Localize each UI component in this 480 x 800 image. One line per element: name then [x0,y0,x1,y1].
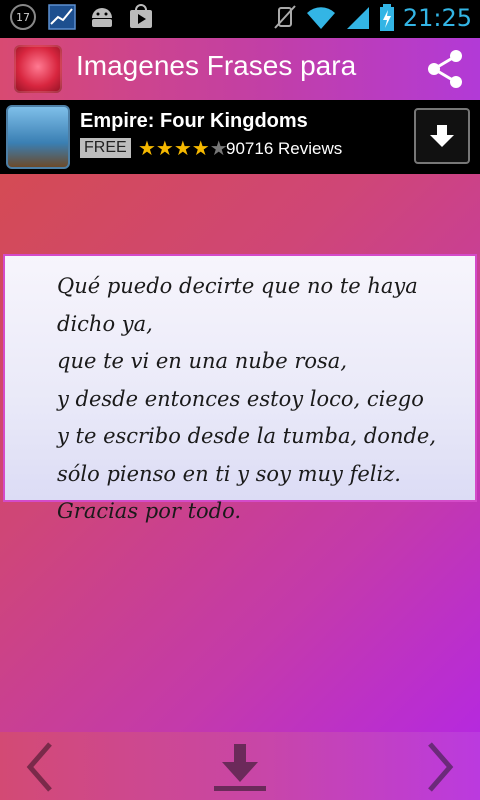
app-title: Imagenes Frases para [76,50,357,81]
share-button[interactable] [422,46,468,92]
quote-text: Qué puedo decirte que no te haya dicho y… [57,268,475,531]
previous-button[interactable] [10,740,70,794]
quote-line: Gracias por todo. [57,499,242,523]
play-store-icon [130,4,152,28]
bottom-nav [0,732,480,800]
quote-line: y desde entonces estoy loco, ciego [57,386,424,411]
content-area: Qué puedo decirte que no te haya dicho y… [0,174,480,732]
notification-count-icon: 17 [10,4,36,30]
quote-line: sólo pienso en ti y soy muy feliz. [57,461,401,486]
app-heart-icon[interactable] [14,45,62,93]
quote-line: que te vi en una nube rosa, [57,349,347,373]
ad-price-badge: FREE [80,138,131,158]
quote-image: Qué puedo decirte que no te haya dicho y… [3,254,477,523]
download-icon [214,744,266,791]
next-button[interactable] [410,740,470,794]
mute-icon [274,5,296,29]
download-arrow-icon [430,125,454,147]
download-button[interactable] [210,740,270,794]
share-icon [428,50,462,88]
status-bar: 17 21:25 [0,0,480,38]
chevron-left-icon [26,742,52,792]
notification-count: 17 [16,10,30,24]
quote-line: y te escribo desde la tumba, donde, [57,424,437,448]
ad-app-icon[interactable] [6,105,70,169]
ad-download-button[interactable] [414,108,470,164]
wifi-icon [306,7,335,30]
ad-reviews: 90716 Reviews [226,139,343,158]
clock: 21:25 [402,4,472,32]
stock-chart-icon [48,4,76,30]
ad-title[interactable]: Empire: Four Kingdoms [80,110,308,133]
signal-icon [346,7,369,29]
ad-banner[interactable]: Empire: Four Kingdoms FREE ★★★★★ 90716 R… [0,100,480,174]
android-icon [92,8,112,27]
action-bar: Imagenes Frases para [0,38,480,100]
chevron-right-icon [428,742,454,792]
battery-charging-icon [379,4,394,31]
quote-line: Qué puedo decirte que no te haya dicho y… [57,274,418,336]
ad-rating-stars: ★★★★★ [138,136,228,160]
